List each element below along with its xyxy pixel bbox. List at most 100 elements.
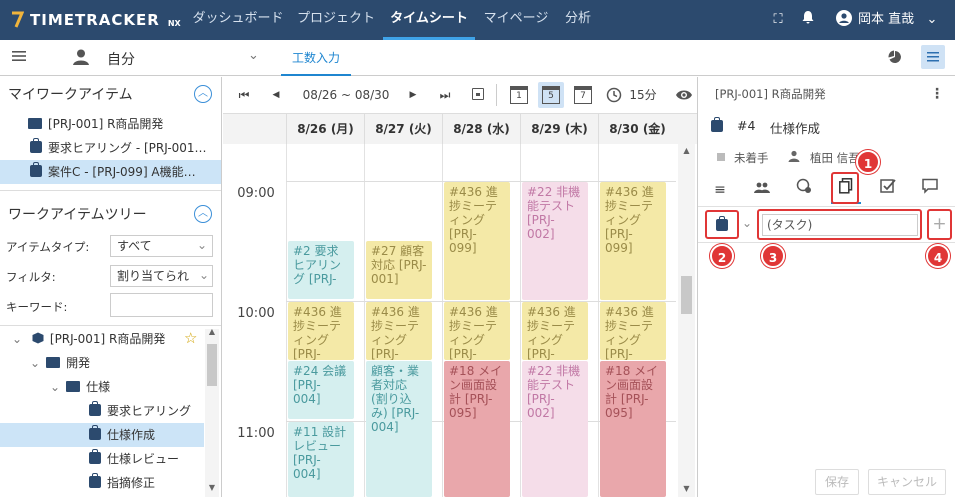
assignee-name[interactable]: 植田 信吾 bbox=[810, 150, 860, 166]
tree-label: 開発 bbox=[66, 356, 91, 370]
grid-line bbox=[442, 144, 443, 497]
tree-node-spec-create[interactable]: 仕様作成 bbox=[0, 423, 204, 447]
calendar-event[interactable]: #24 会議 [PRJ- 004] bbox=[288, 361, 354, 419]
user-select-value[interactable]: 自分 bbox=[107, 49, 135, 69]
calendar-event[interactable]: #18 メイ ン画面設 計 [PRJ- 095] bbox=[600, 361, 666, 497]
tab-assign-time-icon[interactable] bbox=[789, 178, 819, 204]
tree-label: 指摘修正 bbox=[107, 476, 156, 490]
view-7-day-icon[interactable]: 7 bbox=[574, 86, 592, 104]
calendar-event[interactable]: #18 メイ ン画面設 計 [PRJ- 095] bbox=[444, 361, 510, 497]
cancel-button[interactable]: キャンセル bbox=[868, 469, 946, 495]
detail-project: [PRJ-001] R商品開発 bbox=[715, 87, 826, 101]
header-filler bbox=[676, 114, 697, 144]
task-type-chevron-icon[interactable]: ⌄ bbox=[742, 216, 752, 230]
add-task-icon[interactable]: + bbox=[930, 212, 949, 236]
user-name[interactable]: 岡本 直哉 bbox=[858, 10, 924, 30]
person-icon bbox=[72, 48, 92, 68]
eye-icon[interactable] bbox=[675, 88, 693, 102]
nav-item-project[interactable]: プロジェクト bbox=[292, 0, 380, 40]
tab-members-icon[interactable] bbox=[747, 178, 777, 204]
nav-item-mypage[interactable]: マイページ bbox=[478, 0, 554, 40]
my-work-items-title: マイワークアイテム bbox=[8, 87, 133, 103]
view-5-day-icon: 5 bbox=[542, 86, 560, 104]
tree-node-spec[interactable]: ⌄ 仕様 bbox=[0, 375, 204, 399]
nav-item-dashboard[interactable]: ダッシュボード bbox=[188, 0, 288, 40]
nav-item-timesheet[interactable]: タイムシート bbox=[383, 0, 475, 40]
save-button[interactable]: 保存 bbox=[815, 469, 859, 495]
calendar-event[interactable]: #2 要求 ヒアリン グ [PRJ- bbox=[288, 241, 354, 299]
my-item-label: 案件C - [PRJ-099] A機能… bbox=[48, 165, 196, 179]
hamburger-icon[interactable] bbox=[12, 50, 28, 64]
calendar-event[interactable]: #436 進 捗ミーテ ィング [PRJ- 099] bbox=[600, 182, 666, 300]
left-panel: マイワークアイテム ︿ [PRJ-001] R商品開発 要求ヒアリング - [P… bbox=[0, 77, 222, 497]
callout-badge-3: 3 bbox=[761, 244, 785, 268]
calendar-event[interactable]: #22 非機 能テスト [PRJ- 002] bbox=[522, 361, 588, 497]
bag-icon bbox=[89, 401, 101, 416]
item-type-value: すべて bbox=[117, 239, 152, 253]
tree-label: 要求ヒアリング bbox=[107, 404, 192, 418]
fullscreen-icon[interactable]: ⛶ bbox=[768, 10, 788, 30]
keyword-input[interactable] bbox=[110, 293, 213, 317]
more-vert-icon[interactable]: ⋮ bbox=[930, 86, 944, 102]
day-header: 8/26 (月) bbox=[286, 114, 364, 144]
tab-details-icon[interactable]: ≡ bbox=[705, 178, 735, 204]
detail-item-no: #4 bbox=[737, 118, 756, 133]
item-type-label: アイテムタイプ: bbox=[6, 240, 90, 254]
user-avatar-icon[interactable] bbox=[834, 10, 854, 30]
calendar-picker-icon[interactable] bbox=[472, 88, 484, 100]
clock-icon[interactable] bbox=[606, 87, 622, 103]
task-input[interactable]: (タスク) bbox=[762, 214, 918, 236]
my-item-case-c[interactable]: 案件C - [PRJ-099] A機能… bbox=[0, 160, 221, 184]
calendar-event[interactable]: #436 進 捗ミーテ ィング [PRJ- bbox=[288, 302, 354, 360]
prev-week-icon[interactable]: ◀ bbox=[268, 84, 284, 106]
calendar-event[interactable]: 顧客・業 者対応 (割り込 み) [PRJ- 004] bbox=[366, 361, 432, 497]
task-type-bag-icon[interactable] bbox=[716, 216, 728, 231]
filter-select[interactable]: 割り当てられ ⌄ bbox=[110, 265, 213, 287]
day-header: 8/27 (火) bbox=[364, 114, 442, 144]
tree-node-project[interactable]: ⌄ [PRJ-001] R商品開発 ☆ bbox=[0, 327, 204, 351]
cube-icon bbox=[32, 332, 44, 344]
tab-comments-icon[interactable] bbox=[915, 178, 945, 204]
tree-node-spec-review[interactable]: 仕様レビュー bbox=[0, 447, 204, 471]
filter-value: 割り当てられ bbox=[117, 269, 190, 283]
user-select-chevron-icon[interactable]: ⌄ bbox=[248, 48, 259, 63]
calendar-event[interactable]: #11 設計 レビュー [PRJ- 004] bbox=[288, 422, 354, 497]
next-week-icon[interactable]: ▶ bbox=[405, 84, 421, 106]
tree-node-dev[interactable]: ⌄ 開発 bbox=[0, 351, 204, 375]
view-5-day-button[interactable]: 5 bbox=[538, 82, 564, 108]
tree-scrollbar[interactable]: ▲ ▼ bbox=[205, 327, 219, 497]
calendar-event[interactable]: #436 進 捗ミーテ ィング [PRJ- bbox=[366, 302, 432, 360]
nav-item-analysis[interactable]: 分析 bbox=[558, 0, 598, 40]
view-1-day-icon[interactable]: 1 bbox=[510, 86, 528, 104]
list-view-icon[interactable] bbox=[921, 45, 945, 69]
star-icon[interactable]: ☆ bbox=[184, 327, 197, 350]
calendar-event[interactable]: #436 進 捗ミーテ ィング [PRJ- bbox=[444, 302, 510, 360]
pie-chart-icon[interactable] bbox=[888, 50, 904, 66]
calendar-event[interactable]: #27 顧客 対応 [PRJ- 001] bbox=[366, 241, 432, 299]
tree-node-req-hearing[interactable]: 要求ヒアリング bbox=[0, 399, 204, 423]
calendar-event[interactable]: #22 非機 能テスト [PRJ- 002] bbox=[522, 182, 588, 300]
status-badge[interactable]: 未着手 bbox=[734, 150, 769, 166]
chevron-down-icon[interactable]: ⌄ bbox=[924, 10, 940, 30]
interval-value[interactable]: 15分 bbox=[626, 84, 660, 106]
bell-icon[interactable] bbox=[798, 10, 818, 30]
calendar-event[interactable]: #436 進 捗ミーテ ィング [PRJ- bbox=[600, 302, 666, 360]
app-logo[interactable]: TIMETRACKER NX bbox=[10, 10, 181, 30]
last-week-icon[interactable]: ⏭ bbox=[437, 84, 453, 106]
tab-checklist-icon[interactable] bbox=[873, 178, 903, 204]
calendar-event[interactable]: #436 進 捗ミーテ ィング [PRJ- 099] bbox=[444, 182, 510, 300]
logo-icon bbox=[12, 11, 24, 28]
collapse-my-items-icon[interactable]: ︿ bbox=[194, 85, 212, 103]
divider bbox=[698, 206, 955, 207]
bag-icon bbox=[711, 117, 723, 132]
my-item-requirement-hearing[interactable]: 要求ヒアリング - [PRJ-001… bbox=[0, 136, 221, 160]
tab-work-hours-input[interactable]: 工数入力 bbox=[281, 40, 351, 76]
collapse-tree-icon[interactable]: ︿ bbox=[194, 205, 212, 223]
first-week-icon[interactable]: ⏮ bbox=[236, 84, 252, 106]
tree-node-fix[interactable]: 指摘修正 bbox=[0, 471, 204, 495]
my-item-project[interactable]: [PRJ-001] R商品開発 bbox=[0, 112, 221, 136]
item-type-select[interactable]: すべて ⌄ bbox=[110, 235, 213, 257]
calendar-event[interactable]: #436 進 捗ミーテ ィング [PRJ- bbox=[522, 302, 588, 360]
calendar-scrollbar[interactable]: ▲ ▼ bbox=[678, 144, 695, 497]
day-header: 8/28 (水) bbox=[442, 114, 520, 144]
